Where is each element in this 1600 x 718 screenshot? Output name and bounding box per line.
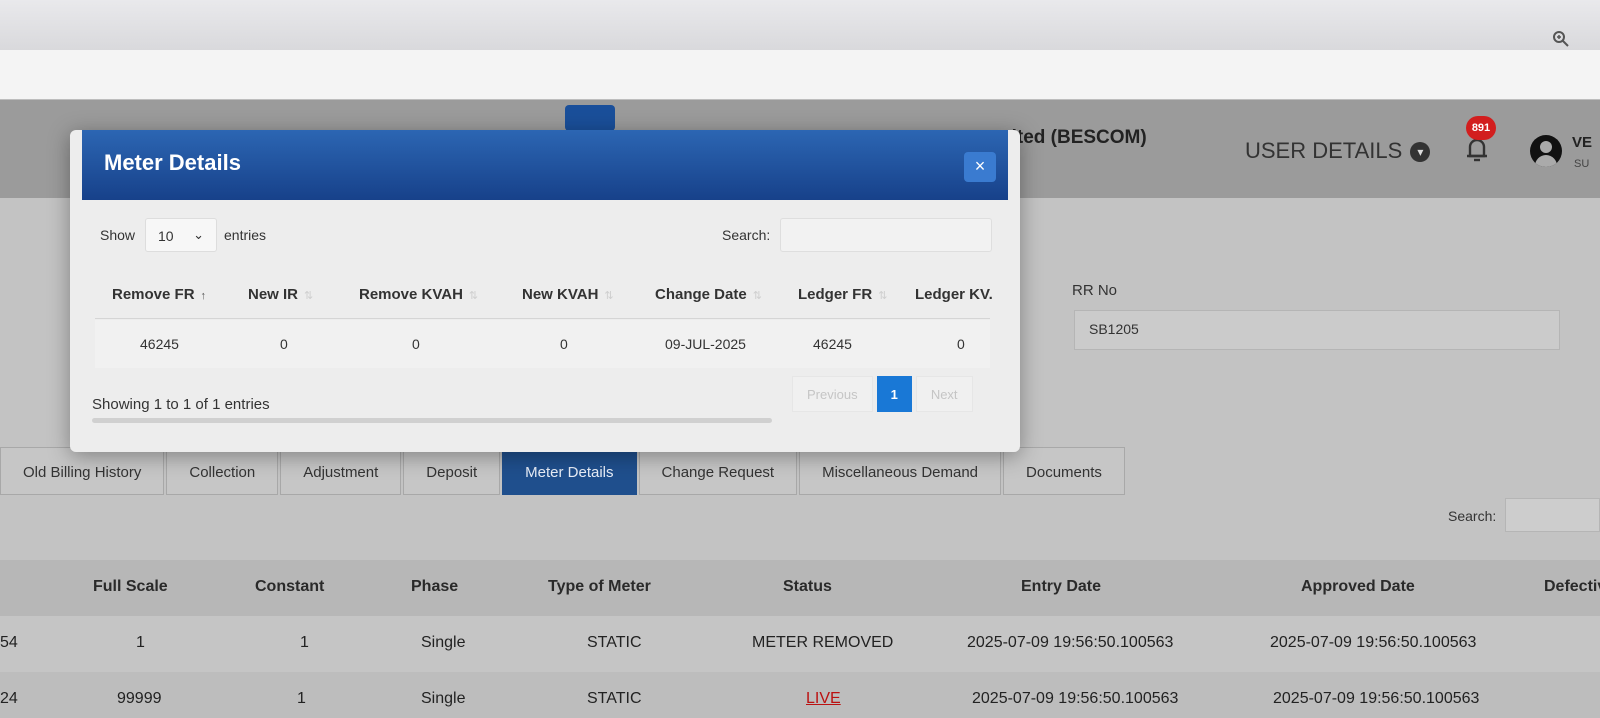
table-cell: STATIC [587, 690, 642, 707]
tab-collection[interactable]: Collection [166, 447, 279, 495]
column-header-remove-kvah[interactable]: Remove KVAH ⇅ [359, 286, 478, 303]
table-cell: 99999 [117, 690, 162, 707]
modal-title: Meter Details [104, 150, 241, 175]
column-header-label: Remove FR [112, 286, 195, 303]
column-header[interactable]: Full Scale [93, 578, 168, 596]
tab-old-billing-history[interactable]: Old Billing History [0, 447, 165, 495]
sort-icon: ⇅ [752, 290, 762, 302]
table-cell: 1 [300, 634, 309, 651]
tab-meter-details[interactable]: Meter Details [502, 447, 637, 495]
column-header-label: Ledger FR [798, 286, 873, 303]
sort-icon: ⇅ [604, 290, 614, 302]
table-cell: 2025-07-09 19:56:50.100563 [967, 634, 1174, 651]
close-button[interactable]: × [964, 152, 996, 182]
table-search-label: Search: [1448, 508, 1497, 524]
horizontal-scrollbar[interactable] [92, 418, 772, 423]
meter-details-modal: Meter Details × Show 10 ⌄ entries Search:… [70, 130, 1020, 452]
cell-ledger-kv: 0 [957, 336, 965, 352]
table-cell: Single [421, 690, 466, 707]
tab-miscellaneous-demand[interactable]: Miscellaneous Demand [799, 447, 1002, 495]
table-search-input[interactable] [1505, 498, 1600, 532]
sort-asc-icon: ↑ [200, 290, 207, 302]
page-1-button[interactable]: 1 [876, 376, 912, 412]
column-header-change-date[interactable]: Change Date ⇅ [655, 286, 762, 303]
table-row [95, 320, 990, 368]
column-header-label: Ledger KV. [915, 286, 993, 303]
tab-change-request[interactable]: Change Request [638, 447, 798, 495]
column-header[interactable]: Defectiv [1544, 578, 1600, 596]
table-cell: 54 [0, 634, 18, 651]
column-header-label: New IR [248, 286, 299, 303]
table-cell: Single [421, 634, 466, 651]
browser-tab-strip [0, 0, 1600, 50]
column-header[interactable]: Approved Date [1301, 578, 1415, 596]
table-row: 24 99999 1 Single STATIC LIVE 2025-07-09… [0, 672, 1600, 718]
tab-adjustment[interactable]: Adjustment [280, 447, 402, 495]
cell-new-ir: 0 [280, 336, 288, 352]
sort-icon: ⇅ [878, 290, 888, 302]
cell-change-date: 09-JUL-2025 [665, 336, 746, 352]
column-header-label: New KVAH [522, 286, 599, 303]
showing-info: Showing 1 to 1 of 1 entries [92, 396, 270, 413]
rr-no-label: RR No [1072, 282, 1118, 299]
chevron-down-icon: ⌄ [193, 227, 204, 242]
status-link[interactable]: LIVE [806, 690, 841, 708]
chevron-down-icon: ▾ [1410, 142, 1431, 162]
header-divider [95, 318, 990, 319]
column-header-new-ir[interactable]: New IR ⇅ [248, 286, 313, 303]
column-header-new-kvah[interactable]: New KVAH ⇅ [522, 286, 614, 303]
user-subtitle: SU [1574, 158, 1590, 170]
entries-select[interactable]: 10 ⌄ [145, 218, 217, 252]
user-avatar-icon[interactable] [1530, 135, 1562, 167]
entries-label: entries [224, 227, 267, 243]
column-header-label: Change Date [655, 286, 747, 303]
search-label: Search: [722, 227, 771, 243]
column-header[interactable]: Type of Meter [548, 578, 651, 596]
table-row: 54 1 1 Single STATIC METER REMOVED 2025-… [0, 616, 1600, 672]
cell-remove-fr: 46245 [140, 336, 179, 352]
tab-documents[interactable]: Documents [1003, 447, 1125, 495]
table-cell: 2025-07-09 19:56:50.100563 [972, 690, 1179, 707]
table-cell: 1 [136, 634, 145, 651]
rr-no-field[interactable]: SB1205 [1074, 310, 1560, 350]
notification-badge: 891 [1466, 116, 1496, 140]
table-cell: 24 [0, 690, 18, 707]
zoom-icon[interactable] [1552, 30, 1570, 53]
modal-header: Meter Details × [82, 130, 1008, 200]
table-cell: 1 [297, 690, 306, 707]
close-icon: × [974, 156, 986, 176]
show-label: Show [100, 227, 136, 243]
table-cell: 2025-07-09 19:56:50.100563 [1270, 634, 1477, 651]
cell-ledger-fr: 46245 [813, 336, 852, 352]
company-logo [565, 105, 615, 131]
detail-tabs: Old Billing History Collection Adjustmen… [0, 447, 1127, 495]
entries-select-value: 10 [158, 228, 174, 244]
previous-button[interactable]: Previous [792, 376, 873, 412]
pagination: Previous 1 Next [792, 376, 973, 412]
next-button[interactable]: Next [915, 376, 973, 412]
user-name: VE [1572, 134, 1593, 151]
cell-remove-kvah: 0 [412, 336, 420, 352]
user-details-menu[interactable]: USER DETAILS ▾ [1245, 138, 1431, 164]
column-header-remove-fr[interactable]: Remove FR ↑ [112, 286, 206, 303]
column-header-ledger-fr[interactable]: Ledger FR ⇅ [798, 286, 887, 303]
browser-address-bar[interactable] [0, 50, 1600, 100]
status-text: METER REMOVED [752, 634, 894, 651]
tab-deposit[interactable]: Deposit [403, 447, 501, 495]
column-header[interactable]: Constant [255, 578, 324, 596]
column-header[interactable]: Status [783, 578, 832, 596]
sort-icon: ⇅ [304, 290, 314, 302]
cell-new-kvah: 0 [560, 336, 568, 352]
table-cell: 2025-07-09 19:56:50.100563 [1273, 690, 1480, 707]
column-header-label: Remove KVAH [359, 286, 463, 303]
column-header[interactable]: Entry Date [1021, 578, 1101, 596]
search-input[interactable] [780, 218, 992, 252]
user-details-label: USER DETAILS [1245, 138, 1403, 163]
sort-icon: ⇅ [468, 290, 479, 302]
table-header-row: Full Scale Constant Phase Type of Meter … [0, 560, 1600, 616]
column-header[interactable]: Phase [411, 578, 458, 596]
company-name: nited (BESCOM) [1000, 127, 1147, 148]
column-header-ledger-kv[interactable]: Ledger KV. [915, 286, 993, 303]
table-cell: STATIC [587, 634, 642, 651]
